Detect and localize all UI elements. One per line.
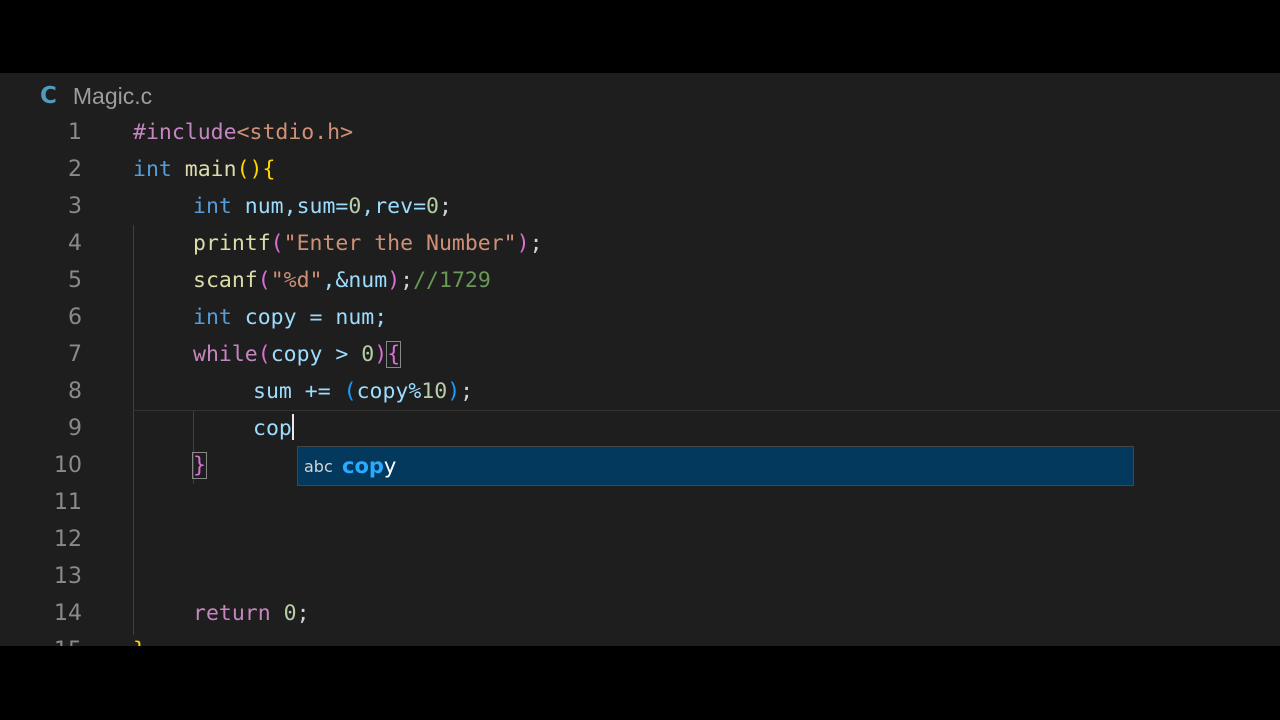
line-number: 6 (68, 305, 82, 330)
line-number: 8 (68, 379, 82, 404)
line-number: 14 (54, 601, 82, 626)
code-text[interactable]: int num,sum=0,rev=0; (193, 188, 452, 225)
line-number: 10 (54, 453, 82, 478)
code-line: 7 while(copy > 0){ (0, 336, 1280, 373)
line-number: 15 (0, 632, 82, 646)
code-line: 13 (0, 558, 1280, 595)
text-cursor (291, 414, 294, 440)
file-tab[interactable]: C Magic.c (40, 81, 152, 111)
line-number: 9 (68, 416, 82, 441)
code-line: 12 (0, 521, 1280, 558)
code-line: 8 sum += (copy%10); (0, 373, 1280, 410)
line-number: 2 (68, 157, 82, 182)
code-line: 4 printf("Enter the Number"); (0, 225, 1280, 262)
code-text[interactable]: sum += (copy%10); (253, 373, 473, 410)
code-line: 11 (0, 484, 1280, 521)
code-line: 3 int num,sum=0,rev=0; (0, 188, 1280, 225)
code-text[interactable]: return 0; (193, 595, 310, 632)
line-number: 7 (68, 342, 82, 367)
code-text[interactable]: int main(){ (133, 151, 275, 188)
code-line: 6 int copy = num; (0, 299, 1280, 336)
code-line: 5 scanf("%d",&num);//1729 (0, 262, 1280, 299)
code-editor[interactable]: C Magic.c 1 #include<stdio.h> 2 int main… (0, 73, 1280, 646)
line-number: 11 (54, 490, 82, 515)
code-text[interactable]: scanf("%d",&num);//1729 (193, 262, 491, 299)
code-text[interactable]: cop (253, 410, 294, 447)
autocomplete-suggestion[interactable]: abc copy (297, 446, 1134, 486)
code-text[interactable]: int copy = num; (193, 299, 387, 336)
line-number: 1 (68, 120, 82, 145)
line-number: 3 (68, 194, 82, 219)
suggestion-label: copy (342, 454, 397, 478)
line-number: 5 (68, 268, 82, 293)
code-line: 9 cop (0, 410, 1280, 447)
text-kind-icon: abc (304, 456, 333, 476)
c-language-icon: C (40, 83, 57, 109)
code-line: 15 } (0, 632, 1280, 646)
file-name: Magic.c (72, 82, 153, 109)
code-text[interactable]: } (133, 632, 146, 646)
code-text[interactable]: #include<stdio.h> (133, 114, 353, 151)
code-line: 2 int main(){ (0, 151, 1280, 188)
line-number: 13 (54, 564, 82, 589)
code-line: 1 #include<stdio.h> (0, 114, 1280, 151)
line-number: 4 (68, 231, 82, 256)
code-line: 14 return 0; (0, 595, 1280, 632)
code-text[interactable]: while(copy > 0){ (193, 336, 402, 373)
code-text[interactable]: } (192, 447, 207, 484)
line-number: 12 (54, 527, 82, 552)
code-text[interactable]: printf("Enter the Number"); (193, 225, 543, 262)
